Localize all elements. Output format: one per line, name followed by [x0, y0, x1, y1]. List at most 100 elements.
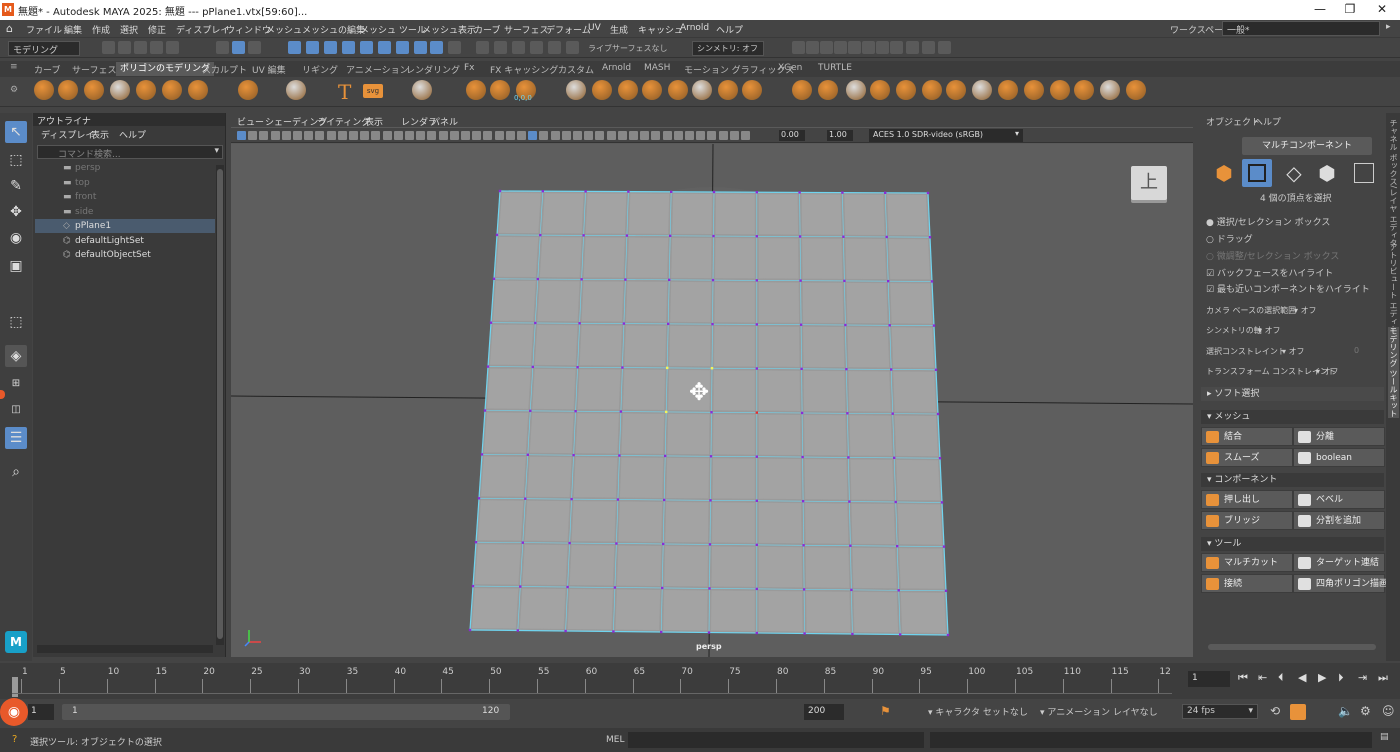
viewport-tool-39[interactable]: [673, 131, 683, 140]
move-tool-icon[interactable]: ✥: [5, 201, 27, 223]
viewport-tool-5[interactable]: [293, 131, 302, 140]
status-button-12[interactable]: [360, 41, 373, 54]
viewport-tool-13[interactable]: [382, 131, 392, 140]
plane-vertex[interactable]: [483, 409, 487, 412]
status-button-0[interactable]: [102, 41, 115, 54]
rotate-tool-icon[interactable]: ◉: [5, 227, 27, 249]
two-view-icon[interactable]: ◫: [5, 399, 27, 421]
viewport-tool-20[interactable]: [461, 131, 470, 140]
plane-vertex[interactable]: [946, 633, 950, 637]
plane-vertex[interactable]: [891, 412, 894, 415]
status-button-8[interactable]: [288, 41, 301, 54]
plane-vertex[interactable]: [707, 631, 711, 634]
range-start-field[interactable]: 1: [28, 704, 54, 720]
plane-vertex[interactable]: [664, 454, 667, 458]
plane-vertex[interactable]: [755, 587, 758, 591]
viewport-menu-0[interactable]: ビュー: [237, 115, 264, 128]
viewport-tool-25[interactable]: [517, 131, 526, 140]
plane-vertex[interactable]: [541, 190, 544, 193]
nearest-checkbox[interactable]: ☑ 最も近いコンポーネントをハイライト: [1206, 282, 1370, 295]
status-button-30[interactable]: [876, 41, 889, 54]
plane-vertex[interactable]: [708, 587, 711, 590]
plane-vertex[interactable]: [521, 541, 524, 544]
current-frame-marker[interactable]: [12, 677, 18, 697]
plane-vertex[interactable]: [498, 189, 502, 193]
single-view-icon[interactable]: ◈: [5, 345, 27, 367]
symmetry-axis-dropdown[interactable]: ▾ オフ: [1258, 325, 1281, 336]
shelf-tool-icon-20[interactable]: [742, 80, 762, 100]
plane-vertex[interactable]: [621, 366, 624, 369]
viewport-tool-34[interactable]: [617, 131, 627, 140]
tweak-box-radio[interactable]: ○ 微調整/セレクション ボックス: [1206, 249, 1339, 262]
shelf-tool-icon-3[interactable]: [110, 80, 130, 100]
plane-vertex[interactable]: [661, 586, 664, 590]
outliner-layout-icon[interactable]: ☰: [5, 427, 27, 449]
viewport-tool-28[interactable]: [550, 131, 560, 140]
status-button-20[interactable]: [512, 41, 525, 54]
outliner-hscrollbar[interactable]: [37, 645, 213, 653]
status-button-1[interactable]: [118, 41, 131, 54]
shelf-tool-icon-0[interactable]: [34, 80, 54, 100]
viewport-tool-14[interactable]: [393, 131, 403, 140]
range-bar[interactable]: 1 120: [62, 704, 510, 720]
shelf-tab-8[interactable]: Fx: [464, 63, 475, 73]
mel-input[interactable]: [628, 732, 924, 748]
plane-vertex[interactable]: [890, 368, 893, 371]
plane-vertex[interactable]: [710, 411, 713, 414]
shelf-tool-icon-14[interactable]: [592, 80, 612, 100]
tool-mesh_tools-0[interactable]: 結合: [1201, 427, 1293, 446]
viewport-tool-1[interactable]: [248, 131, 258, 140]
viewport-tool-30[interactable]: [573, 131, 582, 140]
mode-dropdown[interactable]: モデリング: [8, 41, 80, 56]
side-tab-attribute-editor[interactable]: アトリビュート エディタ: [1388, 243, 1399, 334]
shelf-tool-icon-21[interactable]: [792, 80, 812, 100]
plane-vertex[interactable]: [492, 277, 496, 280]
viewport-menu-3[interactable]: 表示: [365, 115, 383, 128]
mtk-menu-help[interactable]: ヘルプ: [1254, 115, 1281, 128]
viewport-tool-41[interactable]: [696, 131, 706, 140]
plane-vertex[interactable]: [885, 235, 888, 239]
plane-vertex[interactable]: [942, 545, 946, 548]
plane-vertex[interactable]: [667, 322, 670, 326]
3d-viewport[interactable]: ✥ 上 persp: [231, 144, 1193, 657]
shelf-tool-icon-25[interactable]: [896, 80, 916, 100]
playback-button-6[interactable]: ⇥: [1358, 671, 1367, 684]
shelf-tab-15[interactable]: TURTLE: [818, 63, 852, 73]
plane-vertex[interactable]: [899, 633, 902, 636]
plane-vertex[interactable]: [625, 234, 629, 237]
plane-vertex[interactable]: [489, 321, 493, 324]
plane-vertex[interactable]: [477, 497, 481, 500]
menu-item-18[interactable]: ヘルプ: [716, 23, 743, 36]
status-button-19[interactable]: [494, 41, 507, 54]
status-button-9[interactable]: [306, 41, 319, 54]
plane-vertex[interactable]: [802, 588, 806, 591]
viewport-tool-31[interactable]: [584, 131, 594, 140]
viewport-tool-45[interactable]: [741, 131, 750, 140]
viewport-tool-23[interactable]: [494, 131, 504, 140]
plane-vertex[interactable]: [495, 233, 499, 237]
plane-vertex[interactable]: [471, 584, 475, 588]
soft-select-section[interactable]: ▸ ソフト選択: [1201, 387, 1384, 401]
plane-vertex[interactable]: [669, 234, 672, 238]
status-button-14[interactable]: [396, 41, 409, 54]
viewport-tool-17[interactable]: [427, 131, 437, 140]
outliner-menu-show[interactable]: 表示: [91, 128, 109, 141]
shelf-tab-4[interactable]: UV 編集: [252, 63, 286, 76]
plane-vertex[interactable]: [755, 279, 758, 282]
close-button[interactable]: ✕: [1362, 0, 1400, 20]
tool-section-header[interactable]: ▾ ツール: [1201, 537, 1384, 551]
plane-vertex[interactable]: [622, 322, 626, 325]
viewport-tool-43[interactable]: [718, 131, 728, 140]
status-button-6[interactable]: [232, 41, 245, 54]
outliner-item-side[interactable]: ▬ side: [35, 205, 215, 219]
plane-vertex[interactable]: [894, 500, 897, 504]
menu-item-15[interactable]: 生成: [610, 23, 628, 36]
shelf-tab-7[interactable]: レンダリング: [406, 63, 460, 76]
plane-vertex[interactable]: [930, 280, 934, 283]
plane-vertex[interactable]: [896, 544, 899, 548]
viewport-tool-27[interactable]: [539, 131, 549, 140]
shelf-tool-icon-1[interactable]: [58, 80, 78, 100]
viewport-tool-19[interactable]: [449, 131, 459, 140]
viewport-tool-35[interactable]: [629, 131, 638, 140]
viewport-tool-32[interactable]: [595, 131, 605, 140]
